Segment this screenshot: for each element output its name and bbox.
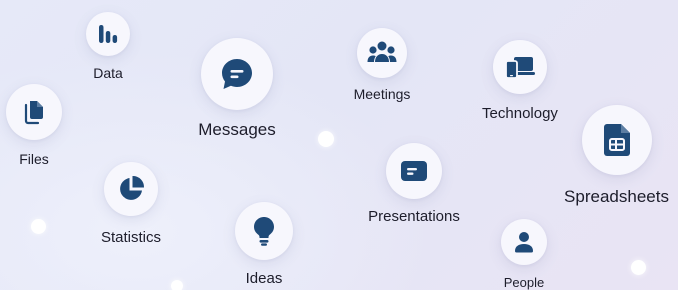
messages-button[interactable] <box>201 38 273 110</box>
spreadsheets-button[interactable] <box>581 105 652 175</box>
people-button[interactable] <box>501 219 547 265</box>
presentations-label: Presentations <box>368 208 460 225</box>
topic-meetings[interactable]: Meetings <box>342 28 422 101</box>
meetings-label: Meetings <box>353 86 411 102</box>
decorative-dot <box>171 280 183 290</box>
statistics-label: Statistics <box>100 229 161 246</box>
files-icon <box>24 101 43 125</box>
lightbulb-icon <box>254 217 274 246</box>
statistics-button[interactable] <box>104 162 158 216</box>
files-button[interactable] <box>6 84 62 140</box>
presentation-icon <box>401 161 427 181</box>
spreadsheets-label: Spreadsheets <box>564 187 669 206</box>
ideas-label: Ideas <box>245 270 283 287</box>
files-label: Files <box>19 151 49 167</box>
group-icon <box>367 41 397 62</box>
topic-data[interactable]: Data <box>76 12 140 80</box>
decorative-dot <box>31 219 46 234</box>
decorative-dot <box>318 131 334 147</box>
technology-label: Technology <box>482 105 558 122</box>
topic-spreadsheets[interactable]: Spreadsheets <box>555 105 678 205</box>
spreadsheet-icon <box>603 124 630 156</box>
technology-button[interactable] <box>493 40 547 94</box>
ideas-button[interactable] <box>235 202 293 260</box>
topic-messages[interactable]: Messages <box>187 38 287 138</box>
chat-bubble-icon <box>222 59 252 89</box>
topic-files[interactable]: Files <box>2 84 66 166</box>
topic-statistics[interactable]: Statistics <box>91 162 171 245</box>
pie-chart-icon <box>120 175 145 200</box>
meetings-button[interactable] <box>357 28 407 78</box>
presentations-button[interactable] <box>386 143 442 199</box>
data-button[interactable] <box>86 12 130 56</box>
topic-people[interactable]: People <box>494 219 554 289</box>
devices-icon <box>505 57 535 79</box>
decorative-dot <box>631 260 646 275</box>
messages-label: Messages <box>198 120 276 139</box>
topic-ideas[interactable]: Ideas <box>231 202 297 286</box>
person-icon <box>515 232 533 253</box>
data-label: Data <box>93 65 123 81</box>
bar-chart-icon <box>99 25 118 43</box>
topic-cloud: Data Files Messages Meetings Technology … <box>0 0 678 290</box>
topic-presentations[interactable]: Presentations <box>349 143 479 224</box>
people-label: People <box>503 275 545 290</box>
